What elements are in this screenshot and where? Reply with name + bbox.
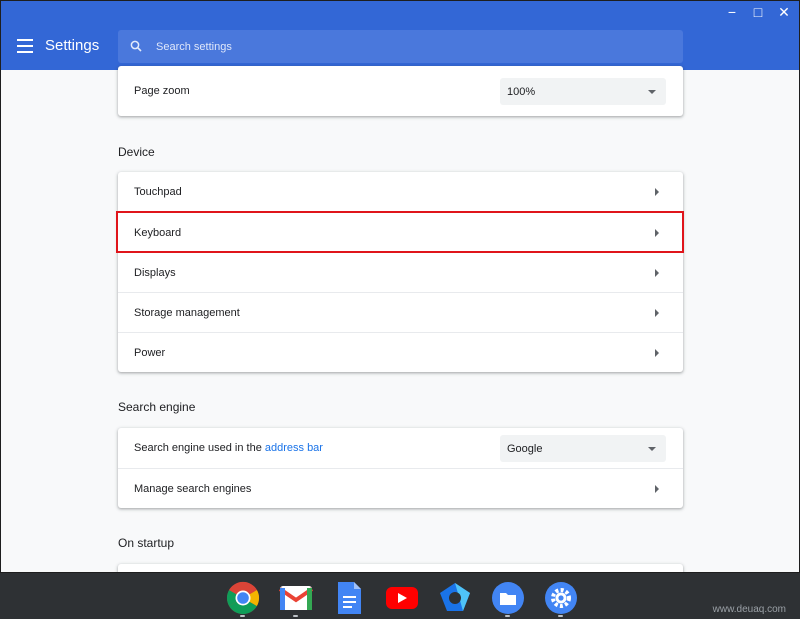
page-title: Settings <box>45 37 100 54</box>
chevron-right-icon <box>655 269 659 277</box>
search-engine-used-prefix: Search engine used in the <box>134 442 265 454</box>
address-bar-link[interactable]: address bar <box>265 442 323 454</box>
shelf-apps <box>222 579 581 617</box>
watermark: www.deuaq.com <box>712 604 786 615</box>
page-zoom-value: 100% <box>507 85 536 98</box>
device-item-displays[interactable]: Displays <box>118 252 683 292</box>
device-section-title: Device <box>118 145 155 159</box>
manage-search-engines-row[interactable]: Manage search engines <box>118 468 683 508</box>
cloud-app-icon[interactable] <box>434 579 475 617</box>
page-zoom-row: Page zoom 100% <box>118 66 683 116</box>
files-icon[interactable] <box>487 579 528 617</box>
minimize-button[interactable]: − <box>719 1 745 23</box>
hamburger-menu-icon[interactable] <box>17 39 33 53</box>
device-card: Touchpad Keyboard Displays Storage manag… <box>118 172 683 372</box>
maximize-button[interactable]: □ <box>745 1 771 23</box>
docs-icon[interactable] <box>328 579 369 617</box>
settings-content: Page zoom 100% Device Touchpad Keyboard … <box>1 66 799 572</box>
search-engine-used-row: Search engine used in the address bar Go… <box>118 428 683 468</box>
page-zoom-card: Page zoom 100% <box>118 66 683 116</box>
search-engine-card: Search engine used in the address bar Go… <box>118 428 683 508</box>
device-item-keyboard[interactable]: Keyboard <box>118 212 683 252</box>
device-item-touchpad[interactable]: Touchpad <box>118 172 683 212</box>
manage-search-engines-label: Manage search engines <box>134 482 252 495</box>
search-engine-used-label: Search engine used in the address bar <box>134 442 323 454</box>
page-zoom-select[interactable]: 100% <box>500 78 666 105</box>
chevron-right-icon <box>655 309 659 317</box>
settings-window: − □ ✕ Settings Page zoom 100% <box>0 0 800 573</box>
chevron-right-icon <box>655 188 659 196</box>
window-controls: − □ ✕ <box>719 1 797 23</box>
search-icon <box>130 40 142 52</box>
chevron-down-icon <box>648 447 656 451</box>
chevron-right-icon <box>655 349 659 357</box>
device-item-power[interactable]: Power <box>118 332 683 372</box>
search-engine-select[interactable]: Google <box>500 435 666 462</box>
device-item-label: Power <box>134 346 166 359</box>
settings-icon[interactable] <box>540 579 581 617</box>
search-input[interactable] <box>156 30 656 63</box>
on-startup-section-title: On startup <box>118 536 175 550</box>
title-bar: − □ ✕ <box>1 1 799 23</box>
device-item-label: Keyboard <box>134 226 182 239</box>
page-zoom-label: Page zoom <box>134 85 190 97</box>
chrome-icon[interactable] <box>222 579 263 617</box>
close-button[interactable]: ✕ <box>771 1 797 23</box>
device-item-storage-management[interactable]: Storage management <box>118 292 683 332</box>
chevron-right-icon <box>655 229 659 237</box>
shelf: www.deuaq.com <box>0 573 800 619</box>
search-engine-section-title: Search engine <box>118 400 196 414</box>
search-box[interactable] <box>118 30 683 63</box>
device-item-label: Storage management <box>134 306 240 319</box>
on-startup-card <box>118 564 683 572</box>
gmail-icon[interactable] <box>275 579 316 617</box>
device-item-label: Displays <box>134 266 176 279</box>
chevron-down-icon <box>648 90 656 94</box>
device-item-label: Touchpad <box>134 186 182 198</box>
chevron-right-icon <box>655 485 659 493</box>
youtube-icon[interactable] <box>381 579 422 617</box>
settings-header: Settings <box>1 23 799 70</box>
search-engine-value: Google <box>507 442 543 455</box>
